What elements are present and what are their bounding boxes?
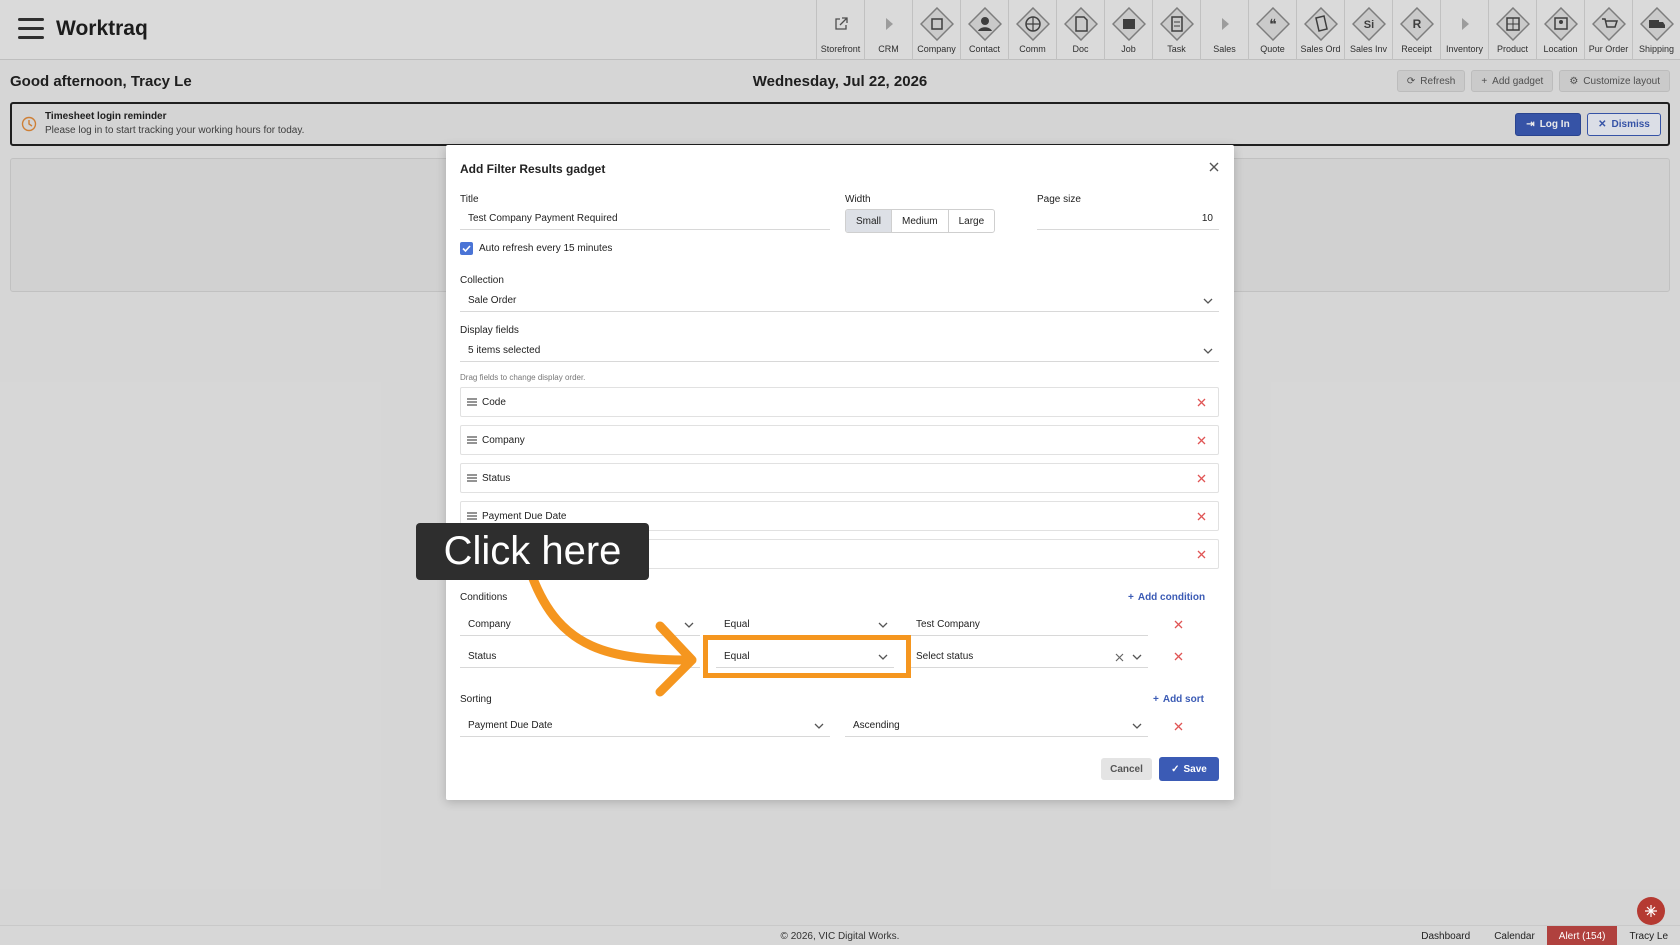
display-field-item[interactable]: Code	[460, 387, 1219, 417]
width-selector: Small Medium Large	[845, 209, 996, 233]
plus-icon: +	[1128, 592, 1134, 603]
plus-icon: +	[1153, 694, 1159, 705]
width-label: Width	[845, 194, 871, 205]
conditions-label: Conditions	[460, 592, 508, 603]
chevron-down-icon	[1132, 723, 1142, 729]
highlight-box	[703, 635, 911, 678]
condition-field-select[interactable]: Company	[460, 614, 700, 636]
remove-condition-icon[interactable]	[1174, 620, 1183, 629]
collection-select[interactable]: Sale Order	[460, 290, 1219, 312]
page-size-input[interactable]: 10	[1037, 208, 1219, 230]
remove-icon[interactable]	[1197, 398, 1206, 407]
sparkle-icon	[1645, 905, 1657, 917]
remove-condition-icon[interactable]	[1174, 652, 1183, 661]
title-input[interactable]: Test Company Payment Required	[460, 208, 830, 230]
remove-sort-icon[interactable]	[1174, 722, 1183, 731]
auto-refresh-label: Auto refresh every 15 minutes	[479, 243, 613, 254]
chevron-down-icon	[1132, 654, 1142, 660]
display-fields-select[interactable]: 5 items selected	[460, 340, 1219, 362]
footer-dashboard-link[interactable]: Dashboard	[1409, 926, 1482, 945]
chevron-down-icon	[814, 723, 824, 729]
footer-user-link[interactable]: Tracy Le	[1617, 926, 1680, 945]
close-icon[interactable]	[1208, 161, 1220, 173]
footer: © 2026, VIC Digital Works. Dashboard Cal…	[0, 925, 1680, 945]
footer-calendar-link[interactable]: Calendar	[1482, 926, 1547, 945]
add-condition-button[interactable]: + Add condition	[1128, 592, 1205, 603]
remove-icon[interactable]	[1197, 512, 1206, 521]
display-fields-label: Display fields	[460, 325, 519, 336]
chevron-down-icon	[684, 622, 694, 628]
footer-nav: Dashboard Calendar Alert (154) Tracy Le	[1409, 926, 1680, 945]
add-sort-button[interactable]: + Add sort	[1153, 694, 1204, 705]
add-gadget-modal: Add Filter Results gadget Title Test Com…	[446, 145, 1234, 800]
collection-label: Collection	[460, 275, 504, 286]
modal-title: Add Filter Results gadget	[460, 162, 606, 176]
cancel-button[interactable]: Cancel	[1101, 758, 1152, 780]
condition-status-select[interactable]: Select status	[908, 646, 1148, 668]
width-large-option[interactable]: Large	[949, 210, 995, 232]
title-label: Title	[460, 194, 479, 205]
clear-icon[interactable]	[1115, 653, 1124, 662]
click-here-callout: Click here	[416, 523, 649, 580]
display-field-item[interactable]: Status	[460, 463, 1219, 493]
drag-handle-icon[interactable]	[467, 436, 477, 444]
check-icon: ✓	[1171, 763, 1180, 775]
sort-direction-select[interactable]: Ascending	[845, 715, 1148, 737]
assistant-button[interactable]	[1637, 897, 1665, 925]
condition-operator-select[interactable]: Equal	[716, 614, 894, 636]
width-medium-option[interactable]: Medium	[892, 210, 949, 232]
remove-icon[interactable]	[1197, 550, 1206, 559]
drag-hint: Drag fields to change display order.	[460, 373, 586, 382]
sort-field-select[interactable]: Payment Due Date	[460, 715, 830, 737]
chevron-down-icon	[878, 622, 888, 628]
chevron-down-icon	[1203, 348, 1213, 354]
footer-alert-link[interactable]: Alert (154)	[1546, 926, 1618, 945]
drag-handle-icon[interactable]	[467, 398, 477, 406]
check-icon	[462, 245, 471, 253]
width-small-option[interactable]: Small	[846, 210, 893, 232]
page-size-label: Page size	[1037, 194, 1081, 205]
condition-field-select[interactable]: Status	[460, 646, 700, 668]
remove-icon[interactable]	[1197, 474, 1206, 483]
condition-value-input[interactable]: Test Company	[908, 614, 1148, 636]
display-field-item[interactable]: Company	[460, 425, 1219, 455]
drag-handle-icon[interactable]	[467, 512, 477, 520]
save-button[interactable]: ✓ Save	[1159, 757, 1219, 781]
remove-icon[interactable]	[1197, 436, 1206, 445]
chevron-down-icon	[1203, 298, 1213, 304]
auto-refresh-checkbox[interactable]	[460, 242, 473, 255]
drag-handle-icon[interactable]	[467, 474, 477, 482]
sorting-label: Sorting	[460, 694, 492, 705]
